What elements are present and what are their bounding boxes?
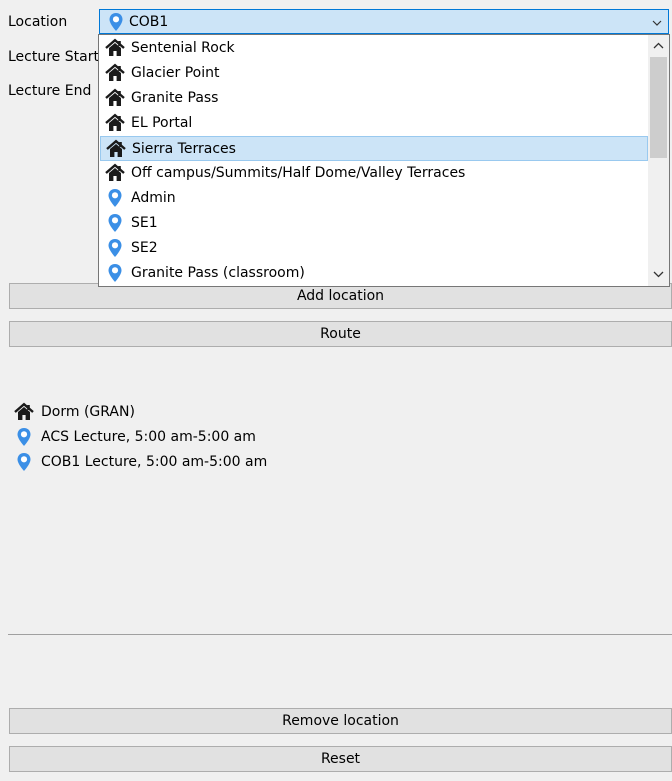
home-icon	[105, 163, 125, 183]
scrollbar-thumb[interactable]	[650, 57, 667, 158]
location-combobox[interactable]: COB1	[99, 9, 669, 34]
dropdown-option[interactable]: Glacier Point	[100, 61, 648, 86]
home-icon	[105, 88, 125, 108]
dropdown-option[interactable]: Granite Pass (classroom)	[100, 261, 648, 286]
dropdown-option[interactable]: Off campus/Summits/Half Dome/Valley Terr…	[100, 161, 648, 186]
location-dropdown-list[interactable]: Sentenial Rock Glacier Point Granite Pass E…	[98, 34, 670, 287]
map-pin-icon	[105, 213, 125, 233]
lecture-start-label: Lecture Start	[8, 49, 99, 65]
dropdown-option[interactable]: EL Portal	[100, 111, 648, 136]
route-list[interactable]: Dorm (GRAN) ACS Lecture, 5:00 am-5:00 am C…	[8, 397, 672, 635]
route-list-item[interactable]: COB1 Lecture, 5:00 am-5:00 am	[14, 450, 614, 475]
dropdown-option[interactable]: Sierra Terraces	[100, 136, 648, 161]
route-list-item-label: ACS Lecture, 5:00 am-5:00 am	[41, 429, 256, 445]
dropdown-option-label: SE2	[131, 240, 158, 256]
dropdown-option-label: Sierra Terraces	[132, 141, 236, 157]
scroll-up-arrow-icon[interactable]	[652, 40, 665, 52]
lecture-end-label: Lecture End	[8, 83, 92, 99]
dropdown-option-label: Off campus/Summits/Half Dome/Valley Terr…	[131, 165, 466, 181]
route-button[interactable]: Route	[9, 321, 672, 347]
map-pin-icon	[14, 427, 34, 447]
home-icon	[14, 402, 34, 422]
scroll-down-arrow-icon[interactable]	[652, 268, 665, 280]
map-pin-icon	[14, 452, 34, 472]
dropdown-option-label: Granite Pass	[131, 90, 219, 106]
home-icon	[105, 63, 125, 83]
dropdown-option-label: SE1	[131, 215, 158, 231]
route-list-item-label: COB1 Lecture, 5:00 am-5:00 am	[41, 454, 268, 470]
map-pin-icon	[105, 238, 125, 258]
home-icon	[106, 139, 126, 159]
dropdown-option-label: Granite Pass (classroom)	[131, 265, 305, 281]
map-pin-icon	[108, 12, 124, 32]
route-list-item-label: Dorm (GRAN)	[41, 404, 135, 420]
dropdown-option[interactable]: SE1	[100, 211, 648, 236]
map-pin-icon	[105, 263, 125, 283]
route-list-item[interactable]: Dorm (GRAN)	[14, 400, 614, 425]
chevron-down-icon[interactable]	[651, 16, 663, 26]
home-icon	[105, 38, 125, 58]
dropdown-option-label: EL Portal	[131, 115, 193, 131]
dropdown-option[interactable]: Admin	[100, 186, 648, 211]
dropdown-option-label: Glacier Point	[131, 65, 220, 81]
location-label: Location	[8, 14, 68, 30]
remove-location-button[interactable]: Remove location	[9, 708, 672, 734]
dropdown-option[interactable]: Granite Pass	[100, 86, 648, 111]
home-icon	[105, 113, 125, 133]
route-list-item[interactable]: ACS Lecture, 5:00 am-5:00 am	[14, 425, 614, 450]
map-pin-icon	[105, 188, 125, 208]
dropdown-option-label: Sentenial Rock	[131, 40, 235, 56]
dropdown-scrollbar[interactable]	[648, 35, 669, 286]
dropdown-option-label: Admin	[131, 190, 176, 206]
dropdown-option[interactable]: SE2	[100, 236, 648, 261]
dropdown-option[interactable]: Sentenial Rock	[100, 36, 648, 61]
reset-button[interactable]: Reset	[9, 746, 672, 772]
location-selected-value: COB1	[129, 14, 169, 30]
